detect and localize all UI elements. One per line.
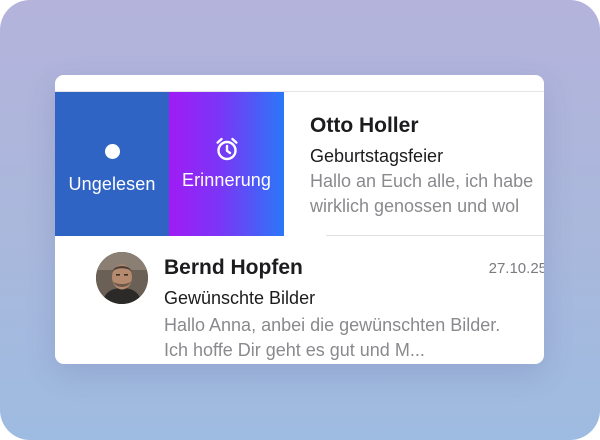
- swiped-mail-row[interactable]: Ungelesen Erinnerung Otto Holler Geburts…: [55, 92, 544, 236]
- mail-item-otto[interactable]: Otto Holler Geburtstagsfeier Hallo an Eu…: [284, 92, 544, 236]
- mark-unread-label: Ungelesen: [68, 174, 156, 194]
- reminder-button[interactable]: Erinnerung: [169, 92, 284, 236]
- reminder-label: Erinnerung: [181, 170, 272, 190]
- avatar: [96, 252, 148, 304]
- preview-line: Hallo Anna, anbei die gewünschten Bilder…: [164, 315, 501, 335]
- background-frame: Ungelesen Erinnerung Otto Holler Geburts…: [0, 0, 600, 440]
- previous-row-edge: [55, 75, 544, 91]
- mark-unread-button[interactable]: Ungelesen: [55, 92, 169, 236]
- mail-date: 27.10.25: [488, 260, 544, 277]
- sender-name: Otto Holler: [310, 114, 419, 137]
- alarm-clock-icon: [213, 136, 241, 162]
- mail-preview: Hallo an Euch alle, ich habe wirklich ge…: [310, 169, 533, 219]
- preview-line: Ich hoffe Dir geht es gut und M...: [164, 340, 425, 360]
- mail-preview: Hallo Anna, anbei die gewünschten Bilder…: [164, 313, 500, 363]
- preview-line: Hallo an Euch alle, ich habe: [310, 171, 534, 191]
- mail-subject: Geburtstagsfeier: [310, 146, 444, 166]
- sender-name: Bernd Hopfen: [164, 256, 303, 279]
- mail-list-card: Ungelesen Erinnerung Otto Holler Geburts…: [55, 75, 544, 364]
- mail-subject: Gewünschte Bilder: [164, 288, 316, 308]
- preview-line: wirklich genossen und wol: [310, 196, 520, 216]
- mail-item-bernd[interactable]: Bernd Hopfen 27.10.25 Gewünschte Bilder …: [55, 236, 544, 364]
- unread-dot-icon: [104, 142, 120, 160]
